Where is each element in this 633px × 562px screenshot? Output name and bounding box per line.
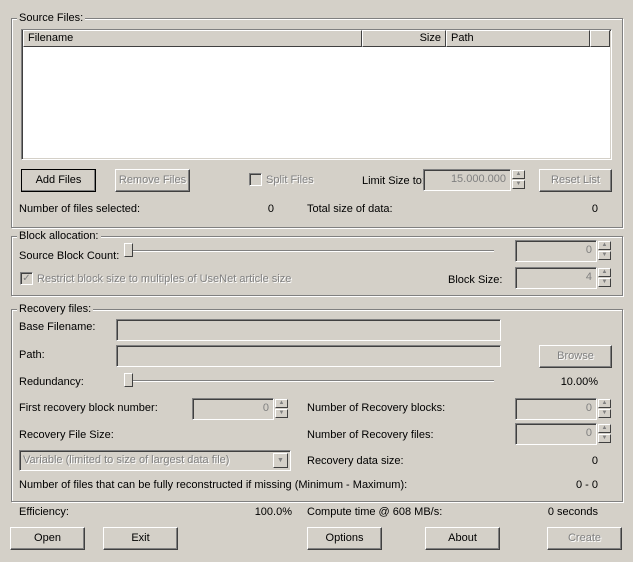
block-size-field[interactable]: 4	[515, 267, 597, 289]
restrict-block-size-label: Restrict block size to multiples of UseN…	[37, 273, 292, 285]
source-block-count-slider-thumb[interactable]	[124, 243, 133, 257]
base-filename-input[interactable]	[116, 319, 501, 341]
num-recovery-blocks-value: 0	[585, 402, 592, 414]
chevron-up-icon[interactable]: ▲	[598, 241, 611, 250]
column-header-filename[interactable]: Filename	[23, 30, 362, 47]
files-selected-value: 0	[267, 203, 274, 215]
efficiency-value: 100.0%	[254, 506, 292, 518]
recovery-data-size-label: Recovery data size:	[307, 455, 404, 467]
limit-size-value: 15.000.000	[450, 173, 506, 185]
path-label: Path:	[19, 349, 45, 361]
chevron-down-icon[interactable]: ▼	[598, 409, 611, 418]
compute-time-label: Compute time @ 608 MB/s:	[307, 506, 443, 518]
create-button[interactable]: Create	[547, 527, 622, 550]
limit-size-field[interactable]: 15.000.000	[423, 169, 511, 191]
chevron-up-icon[interactable]: ▲	[598, 399, 611, 408]
path-input[interactable]	[116, 345, 501, 367]
source-files-list[interactable]: Filename Size Path	[21, 29, 612, 160]
chevron-down-icon[interactable]: ▼	[275, 409, 288, 418]
first-block-spinner[interactable]: ▲ ▼	[275, 399, 288, 419]
reconstruct-value: 0 - 0	[575, 479, 598, 491]
limit-size-spinner[interactable]: ▲ ▼	[512, 170, 525, 190]
recovery-file-size-label: Recovery File Size:	[19, 429, 114, 441]
source-block-count-label: Source Block Count:	[19, 250, 120, 262]
browse-button[interactable]: Browse	[539, 345, 612, 368]
block-size-value: 4	[585, 271, 592, 283]
chevron-down-icon[interactable]: ▼	[273, 453, 288, 468]
chevron-up-icon[interactable]: ▲	[598, 268, 611, 277]
num-recovery-blocks-label: Number of Recovery blocks:	[307, 402, 446, 414]
block-size-spinner[interactable]: ▲ ▼	[598, 268, 611, 288]
recovery-file-size-select-value: Variable (limited to size of largest dat…	[23, 454, 230, 466]
block-size-label: Block Size:	[448, 274, 503, 286]
recovery-data-size-value: 0	[591, 455, 598, 467]
num-recovery-blocks-field[interactable]: 0	[515, 398, 597, 420]
split-files-label: Split Files	[266, 174, 314, 186]
first-block-value: 0	[262, 402, 269, 414]
limit-size-label: Limit Size to:	[362, 175, 425, 187]
total-size-value: 0	[591, 203, 598, 215]
add-files-button[interactable]: Add Files	[21, 169, 96, 192]
chevron-up-icon[interactable]: ▲	[598, 424, 611, 433]
source-block-count-slider-track[interactable]	[125, 250, 494, 252]
total-size-label: Total size of data:	[307, 203, 393, 215]
chevron-down-icon[interactable]: ▼	[598, 278, 611, 287]
source-files-title: Source Files:	[17, 12, 86, 25]
chevron-down-icon[interactable]: ▼	[598, 251, 611, 260]
first-block-label: First recovery block number:	[19, 402, 158, 414]
base-filename-label: Base Filename:	[19, 321, 96, 333]
chevron-up-icon[interactable]: ▲	[512, 170, 525, 179]
num-recovery-blocks-spinner[interactable]: ▲ ▼	[598, 399, 611, 419]
redundancy-slider-thumb[interactable]	[124, 373, 133, 387]
recovery-file-size-select[interactable]: Variable (limited to size of largest dat…	[19, 450, 291, 471]
first-block-field[interactable]: 0	[192, 398, 274, 420]
block-allocation-title: Block allocation:	[17, 230, 101, 243]
redundancy-label: Redundancy:	[19, 376, 84, 388]
num-recovery-files-field[interactable]: 0	[515, 423, 597, 445]
restrict-block-size-checkbox[interactable]: ✓	[20, 272, 33, 285]
column-header-path[interactable]: Path	[446, 30, 590, 47]
chevron-up-icon[interactable]: ▲	[275, 399, 288, 408]
column-header-filler	[590, 30, 610, 47]
redundancy-value: 10.00%	[560, 376, 598, 388]
reconstruct-label: Number of files that can be fully recons…	[19, 479, 408, 491]
reset-list-button[interactable]: Reset List	[539, 169, 612, 192]
chevron-down-icon[interactable]: ▼	[598, 434, 611, 443]
source-block-count-field[interactable]: 0	[515, 240, 597, 262]
column-header-size[interactable]: Size	[362, 30, 446, 47]
files-selected-label: Number of files selected:	[19, 203, 141, 215]
split-files-checkbox[interactable]	[249, 173, 262, 186]
options-button[interactable]: Options	[307, 527, 382, 550]
efficiency-label: Efficiency:	[19, 506, 69, 518]
chevron-down-icon[interactable]: ▼	[512, 180, 525, 189]
source-block-count-spinner[interactable]: ▲ ▼	[598, 241, 611, 261]
remove-files-button[interactable]: Remove Files	[115, 169, 190, 192]
num-recovery-files-value: 0	[585, 427, 592, 439]
source-block-count-value: 0	[585, 244, 592, 256]
num-recovery-files-label: Number of Recovery files:	[307, 429, 434, 441]
recovery-files-title: Recovery files:	[17, 303, 94, 316]
open-button[interactable]: Open	[10, 527, 85, 550]
num-recovery-files-spinner[interactable]: ▲ ▼	[598, 424, 611, 444]
about-button[interactable]: About	[425, 527, 500, 550]
compute-time-value: 0 seconds	[547, 506, 598, 518]
exit-button[interactable]: Exit	[103, 527, 178, 550]
redundancy-slider-track[interactable]	[125, 380, 494, 382]
